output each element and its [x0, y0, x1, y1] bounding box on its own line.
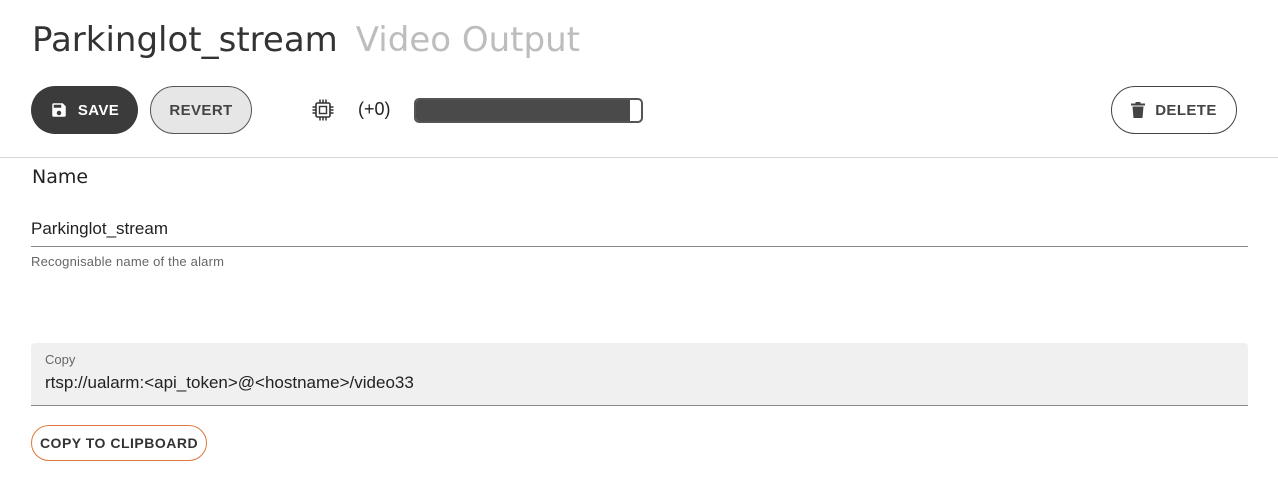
trash-icon — [1131, 102, 1146, 118]
page-title: Parkinglot_stream — [32, 20, 338, 60]
save-button[interactable]: SAVE — [31, 86, 138, 134]
resource-counter: (+0) — [358, 99, 391, 119]
copy-field-label: Copy — [45, 352, 76, 367]
delete-button[interactable]: DELETE — [1111, 86, 1237, 134]
resource-progress-fill — [416, 100, 630, 121]
page-subtitle: Video Output — [355, 20, 580, 60]
cpu-chip-icon — [312, 99, 334, 121]
copy-url-field[interactable]: Copy rtsp://ualarm:<api_token>@<hostname… — [31, 343, 1248, 406]
name-helper-text: Recognisable name of the alarm — [31, 254, 225, 269]
page-title-row: Parkinglot_stream Video Output — [32, 20, 580, 68]
toolbar: SAVE REVERT (+0) DELETE — [31, 86, 1247, 134]
floppy-disk-icon — [52, 103, 66, 117]
copy-field-value: rtsp://ualarm:<api_token>@<hostname>/vid… — [45, 373, 414, 392]
revert-button[interactable]: REVERT — [150, 86, 252, 134]
video-output-page: Parkinglot_stream Video Output SAVE REVE… — [0, 0, 1278, 486]
delete-button-label: DELETE — [1155, 101, 1217, 119]
copy-to-clipboard-button[interactable]: COPY TO CLIPBOARD — [31, 425, 207, 461]
copy-button-label: COPY TO CLIPBOARD — [39, 435, 199, 451]
resource-progress-bar — [414, 98, 643, 123]
name-input[interactable] — [31, 212, 1248, 247]
header-divider — [0, 157, 1278, 158]
name-section-label: Name — [32, 166, 89, 188]
save-button-label: SAVE — [77, 101, 120, 119]
revert-button-label: REVERT — [169, 101, 233, 119]
